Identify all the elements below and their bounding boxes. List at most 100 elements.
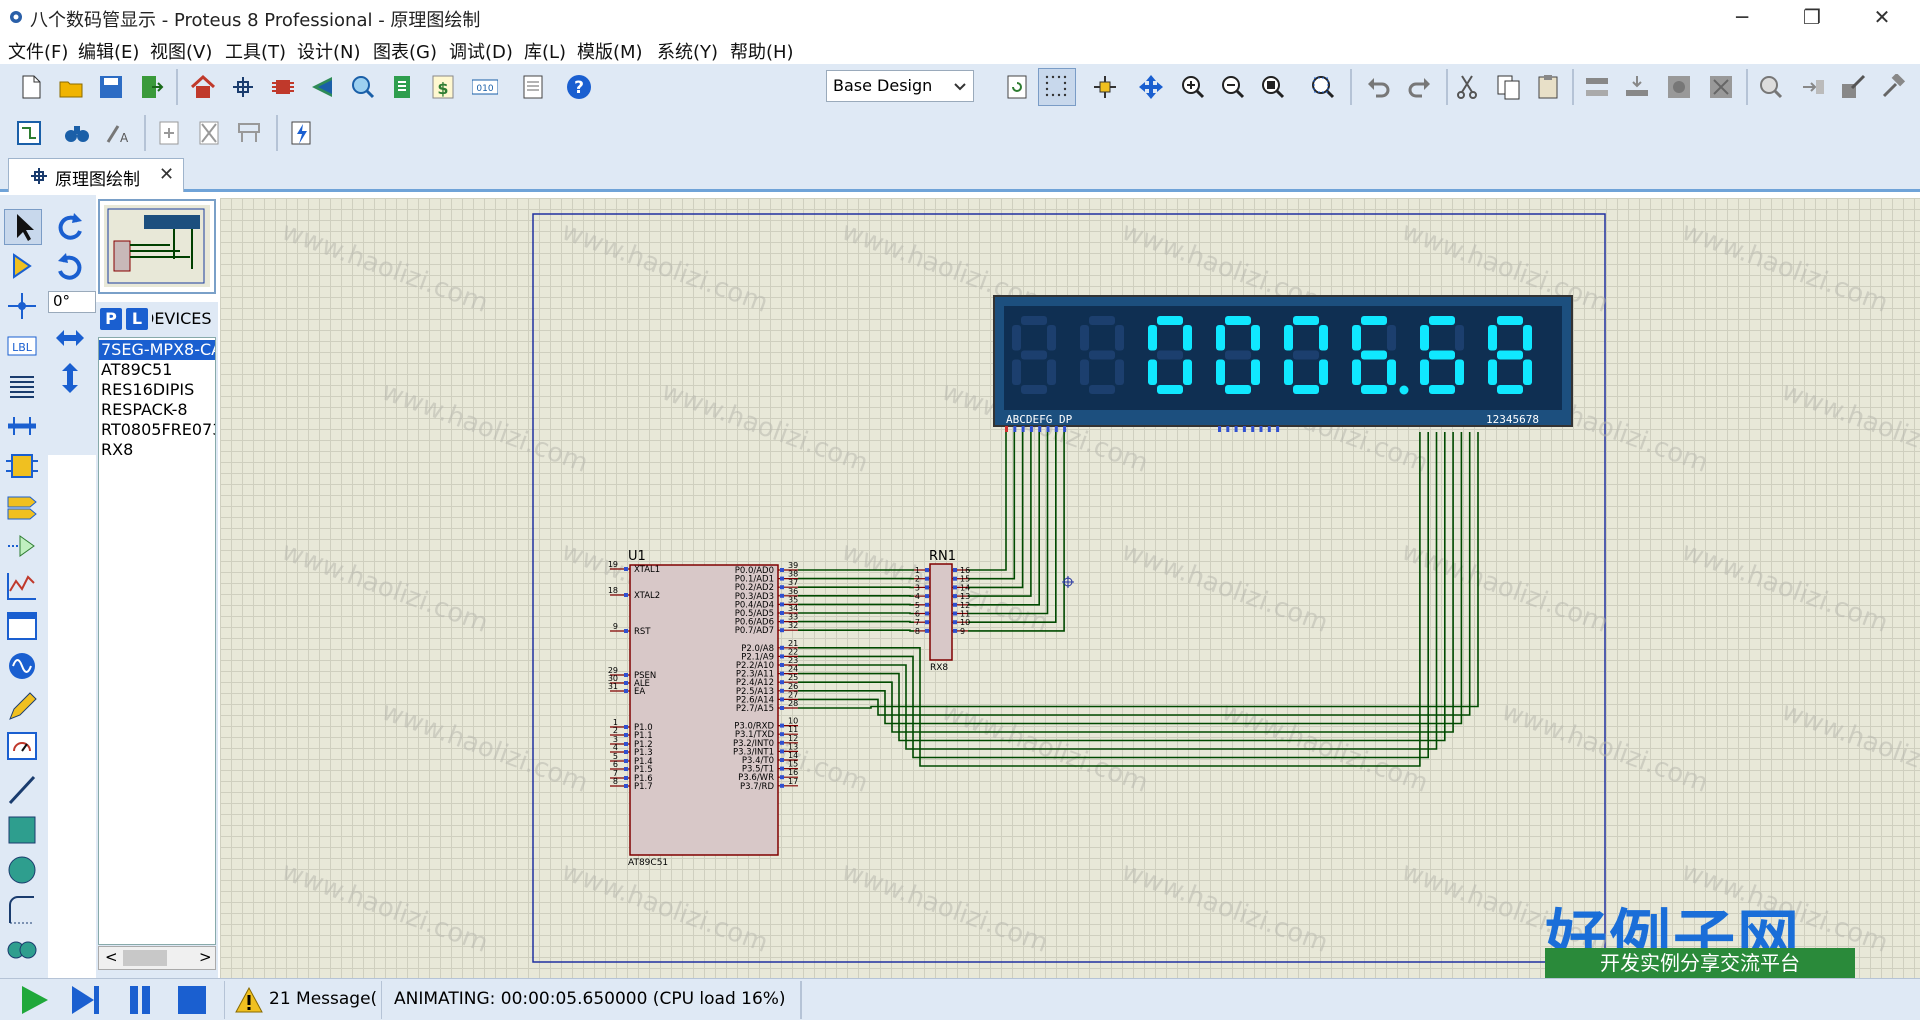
box-mode-button[interactable] — [4, 813, 42, 849]
device-pin-mode-button[interactable] — [4, 529, 42, 565]
zoom-all-button[interactable] — [1254, 68, 1292, 106]
path-mode-button[interactable] — [4, 933, 42, 969]
device-list-hscrollbar[interactable]: < > — [98, 946, 216, 970]
minimize-button[interactable]: ─ — [1712, 0, 1772, 36]
device-item[interactable]: RESPACK-8 — [101, 400, 188, 420]
source-code-button[interactable]: 010 — [466, 68, 504, 106]
tab-schematic[interactable]: 原理图绘制 ✕ — [8, 158, 184, 192]
tab-close-button[interactable]: ✕ — [159, 164, 174, 185]
restore-button[interactable]: ❐ — [1782, 0, 1842, 36]
pan-button[interactable] — [1132, 68, 1170, 106]
wire-label-mode-button[interactable]: LBL — [4, 329, 42, 365]
close-window-button[interactable]: ✕ — [1852, 0, 1912, 36]
device-item[interactable]: 7SEG-MPX8-CA — [101, 340, 216, 360]
redo-button[interactable] — [1400, 68, 1438, 106]
menu-system[interactable]: 系统(Y) — [657, 38, 718, 64]
schematic-button[interactable] — [224, 68, 262, 106]
new-file-button[interactable] — [12, 68, 50, 106]
help-button[interactable]: ? — [560, 68, 598, 106]
toggle-grid-button[interactable] — [1038, 68, 1076, 106]
3d-viewer-button[interactable] — [304, 68, 342, 106]
pick-from-library-button[interactable]: P — [100, 308, 122, 330]
zoom-area-button[interactable] — [1304, 68, 1342, 106]
probe-mode-button[interactable] — [4, 689, 42, 725]
rotate-clockwise-button[interactable] — [52, 209, 90, 245]
search-tag-button[interactable] — [58, 114, 96, 152]
make-device-button[interactable] — [1794, 68, 1832, 106]
subcircuit-mode-button[interactable] — [4, 449, 42, 485]
menu-tools[interactable]: 工具(T) — [225, 38, 286, 64]
menu-file[interactable]: 文件(F) — [8, 38, 68, 64]
device-item[interactable]: RX8 — [101, 440, 133, 460]
schematic-canvas[interactable]: www.haolizi.comwww.haolizi.comwww.haoliz… — [220, 198, 1920, 978]
block-move-button[interactable] — [1618, 68, 1656, 106]
copy-button[interactable] — [1490, 68, 1528, 106]
overview-window[interactable] — [98, 199, 216, 294]
tape-recorder-mode-button[interactable] — [4, 609, 42, 645]
menu-debug[interactable]: 调试(D) — [449, 38, 513, 64]
flip-horizontal-button[interactable] — [52, 321, 90, 357]
block-delete-button[interactable] — [1702, 68, 1740, 106]
paste-button[interactable] — [1530, 68, 1568, 106]
play-button[interactable] — [16, 983, 52, 1017]
graph-mode-button[interactable] — [4, 569, 42, 605]
decompose-button[interactable] — [1874, 68, 1912, 106]
block-rotate-button[interactable] — [1660, 68, 1698, 106]
library-manager-button[interactable]: L — [126, 308, 148, 330]
virtual-instrument-mode-button[interactable] — [4, 729, 42, 765]
menu-help[interactable]: 帮助(H) — [730, 38, 794, 64]
remove-sheet-button[interactable] — [190, 114, 228, 152]
packaging-tool-button[interactable] — [1834, 68, 1872, 106]
exit-to-parent-button[interactable] — [230, 114, 268, 152]
step-button[interactable] — [68, 983, 104, 1017]
pause-button[interactable] — [122, 983, 158, 1017]
bom-button[interactable]: $ — [424, 68, 462, 106]
generator-mode-button[interactable] — [4, 649, 42, 685]
property-tool-button[interactable]: A — [98, 114, 136, 152]
junction-mode-button[interactable] — [4, 289, 42, 325]
messages-indicator[interactable]: 21 Message(s) — [224, 981, 382, 1019]
menu-design[interactable]: 设计(N) — [297, 38, 361, 64]
text-script-mode-button[interactable] — [4, 369, 42, 405]
device-list[interactable]: 7SEG-MPX8-CA AT89C51 RES16DIPIS RESPACK-… — [98, 337, 216, 945]
new-sheet-button[interactable] — [150, 114, 188, 152]
terminal-mode-button[interactable] — [4, 489, 42, 525]
bus-mode-button[interactable] — [4, 409, 42, 445]
scroll-right-arrow[interactable]: > — [199, 948, 212, 966]
pcb-button[interactable] — [264, 68, 302, 106]
zoom-in-button[interactable] — [1174, 68, 1212, 106]
design-variant-select[interactable]: Base Design — [826, 70, 974, 102]
open-file-button[interactable] — [52, 68, 90, 106]
refresh-button[interactable] — [998, 68, 1036, 106]
arc-mode-button[interactable] — [4, 893, 42, 929]
component-mode-button[interactable] — [4, 249, 42, 285]
stop-button[interactable] — [174, 983, 210, 1017]
menu-template[interactable]: 模版(M) — [577, 38, 643, 64]
rotate-anticlockwise-button[interactable] — [52, 249, 90, 285]
mcu-at89c51[interactable]: U1 AT89C51 19XTAL118XTAL29RST29PSEN30ALE… — [608, 549, 798, 868]
menu-library[interactable]: 库(L) — [524, 38, 566, 64]
notes-button[interactable] — [514, 68, 552, 106]
home-button[interactable] — [184, 68, 222, 106]
save-button[interactable] — [92, 68, 130, 106]
block-copy-button[interactable] — [1578, 68, 1616, 106]
selection-mode-button[interactable] — [4, 209, 42, 245]
flip-vertical-button[interactable] — [52, 361, 90, 397]
import-button[interactable] — [132, 68, 170, 106]
electrical-rule-check-button[interactable] — [282, 114, 320, 152]
rotation-angle-field[interactable]: 0° — [48, 291, 96, 313]
pick-device-button[interactable] — [1752, 68, 1790, 106]
zoom-out-button[interactable] — [1214, 68, 1252, 106]
undo-button[interactable] — [1360, 68, 1398, 106]
scroll-thumb[interactable] — [123, 950, 167, 966]
device-item[interactable]: RES16DIPIS — [101, 380, 194, 400]
seven-segment-display[interactable]: ABCDEFG DP 12345678 — [994, 296, 1572, 432]
cut-button[interactable] — [1448, 68, 1486, 106]
circle-mode-button[interactable] — [4, 853, 42, 889]
device-item[interactable]: RT0805FRE073 — [101, 420, 216, 440]
scroll-left-arrow[interactable]: < — [105, 948, 118, 966]
menu-edit[interactable]: 编辑(E) — [78, 38, 139, 64]
device-item[interactable]: AT89C51 — [101, 360, 172, 380]
menu-graph[interactable]: 图表(G) — [373, 38, 437, 64]
wire-autorouter-button[interactable] — [10, 114, 48, 152]
